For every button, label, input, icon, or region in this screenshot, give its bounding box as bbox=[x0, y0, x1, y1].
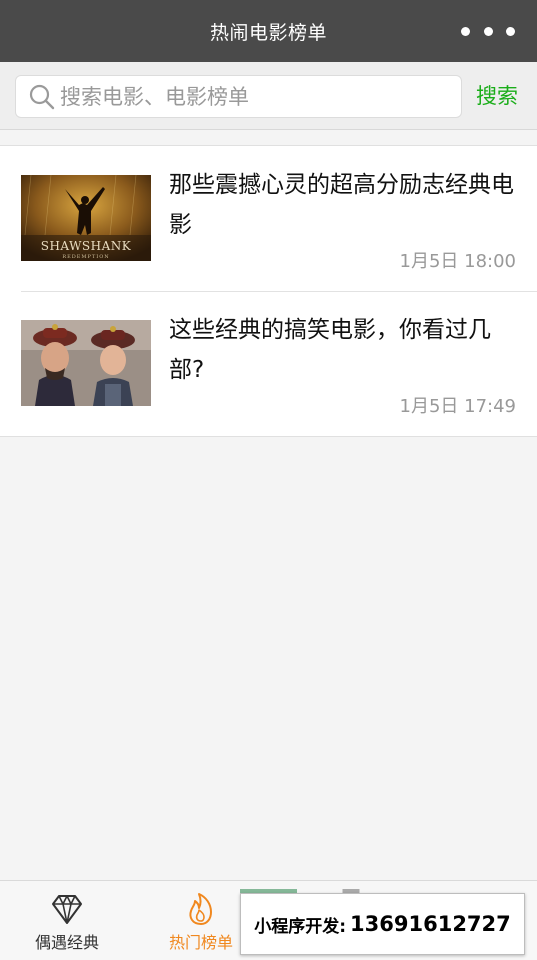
poster-caption: SHAWSHANK bbox=[41, 239, 132, 253]
article-list: SHAWSHANK REDEMPTION 那些震撼心灵的超高分励志经典电影 1月… bbox=[0, 145, 537, 437]
article-thumbnail: SHAWSHANK REDEMPTION bbox=[21, 175, 151, 261]
page-title: 热闹电影榜单 bbox=[209, 21, 327, 44]
flame-icon bbox=[189, 893, 212, 925]
article-thumbnail bbox=[21, 320, 151, 406]
more-menu-button[interactable] bbox=[461, 24, 515, 38]
diamond-icon bbox=[52, 895, 82, 924]
poster-subcaption: REDEMPTION bbox=[62, 254, 109, 260]
search-button[interactable]: 搜索 bbox=[476, 80, 518, 110]
more-dot-icon bbox=[483, 26, 493, 36]
promo-banner: 小程序开发: 13691612727 bbox=[240, 893, 525, 955]
list-item[interactable]: SHAWSHANK REDEMPTION 那些震撼心灵的超高分励志经典电影 1月… bbox=[0, 146, 537, 291]
search-box[interactable] bbox=[15, 75, 462, 118]
promo-phone: 13691612727 bbox=[350, 912, 511, 936]
tab-encounter-classics[interactable]: 偶遇经典 bbox=[0, 881, 134, 960]
more-dot-icon bbox=[506, 26, 515, 36]
article-time: 1月5日 17:49 bbox=[399, 396, 517, 417]
shawshank-poster-image: SHAWSHANK REDEMPTION bbox=[21, 175, 151, 261]
tab-label: 偶遇经典 bbox=[34, 933, 99, 952]
more-dot-icon bbox=[461, 26, 470, 36]
promo-label: 小程序开发: bbox=[254, 916, 347, 937]
search-icon bbox=[29, 84, 55, 109]
article-time: 1月5日 18:00 bbox=[399, 251, 517, 272]
article-title: 那些震撼心灵的超高分励志经典电影 bbox=[169, 172, 514, 238]
list-item[interactable]: 这些经典的搞笑电影，你看过几部? 1月5日 17:49 bbox=[0, 291, 537, 436]
article-title: 这些经典的搞笑电影，你看过几部? bbox=[169, 317, 491, 383]
comedy-movie-still-image bbox=[21, 320, 151, 406]
title-bar: 热闹电影榜单 bbox=[0, 0, 537, 62]
search-input[interactable] bbox=[60, 76, 440, 117]
search-bar: 搜索 bbox=[0, 62, 537, 130]
